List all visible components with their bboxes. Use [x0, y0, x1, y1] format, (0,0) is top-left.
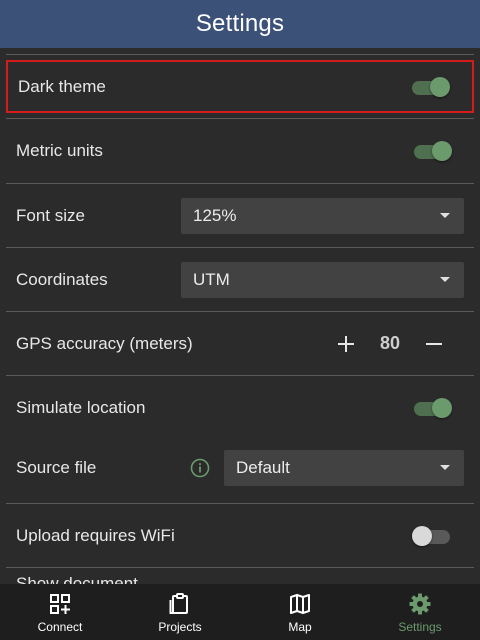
plus-icon — [338, 335, 354, 352]
coordinates-value: UTM — [193, 270, 230, 289]
decrement-button[interactable] — [420, 330, 448, 358]
dark-theme-label: Dark theme — [18, 76, 106, 96]
chevron-down-icon — [440, 213, 450, 218]
tab-map-label: Map — [288, 620, 312, 634]
tab-connect[interactable]: Connect — [0, 584, 120, 640]
info-icon[interactable] — [190, 458, 210, 478]
setting-upload-wifi[interactable]: Upload requires WiFi — [6, 504, 474, 567]
app-bar: Settings — [0, 0, 480, 48]
upload-wifi-toggle[interactable] — [412, 525, 452, 546]
chevron-down-icon — [440, 277, 450, 282]
coordinates-label: Coordinates — [16, 269, 108, 289]
metric-units-toggle[interactable] — [412, 140, 452, 161]
qr-add-icon — [50, 594, 70, 614]
divider — [6, 54, 474, 55]
divider — [6, 567, 474, 568]
font-size-label: Font size — [16, 205, 85, 225]
tab-settings[interactable]: Settings — [360, 584, 480, 640]
upload-wifi-label: Upload requires WiFi — [16, 525, 175, 545]
gps-accuracy-stepper[interactable]: 80 — [332, 330, 448, 358]
source-file-label: Source file — [16, 458, 97, 477]
coordinates-select[interactable]: UTM — [181, 262, 464, 298]
metric-units-label: Metric units — [16, 140, 103, 160]
gps-accuracy-value: 80 — [379, 333, 401, 353]
simulate-location-toggle[interactable] — [412, 398, 452, 418]
source-file-select[interactable]: Default — [224, 450, 464, 486]
setting-gps-accuracy: GPS accuracy (meters) 80 — [6, 312, 474, 375]
tab-projects-label: Projects — [158, 620, 202, 634]
tab-projects[interactable]: Projects — [120, 584, 240, 640]
setting-simulate-location[interactable]: Simulate location — [6, 376, 474, 440]
tab-map[interactable]: Map — [240, 584, 360, 640]
dark-theme-toggle[interactable] — [410, 76, 450, 97]
increment-button[interactable] — [332, 330, 360, 358]
tab-settings-label: Settings — [398, 620, 442, 634]
partial-setting-label: Show document — [16, 574, 138, 584]
gps-accuracy-label: GPS accuracy (meters) — [16, 333, 193, 353]
chevron-down-icon — [440, 465, 450, 470]
clipboard-icon — [169, 593, 188, 614]
setting-metric-units[interactable]: Metric units — [6, 119, 474, 182]
settings-list[interactable]: Dark theme Metric units Font size 125% C… — [0, 48, 480, 584]
font-size-value: 125% — [193, 206, 237, 225]
page-title: Settings — [195, 10, 285, 37]
map-icon — [290, 594, 310, 614]
bottom-navigation: Connect Projects Map Settings — [0, 584, 480, 640]
source-file-value: Default — [236, 458, 290, 477]
font-size-select[interactable]: 125% — [181, 198, 464, 234]
tab-connect-label: Connect — [37, 620, 83, 634]
setting-dark-theme[interactable]: Dark theme — [6, 60, 474, 113]
minus-icon — [426, 342, 442, 345]
gear-icon — [409, 593, 431, 615]
simulate-location-label: Simulate location — [16, 398, 146, 417]
